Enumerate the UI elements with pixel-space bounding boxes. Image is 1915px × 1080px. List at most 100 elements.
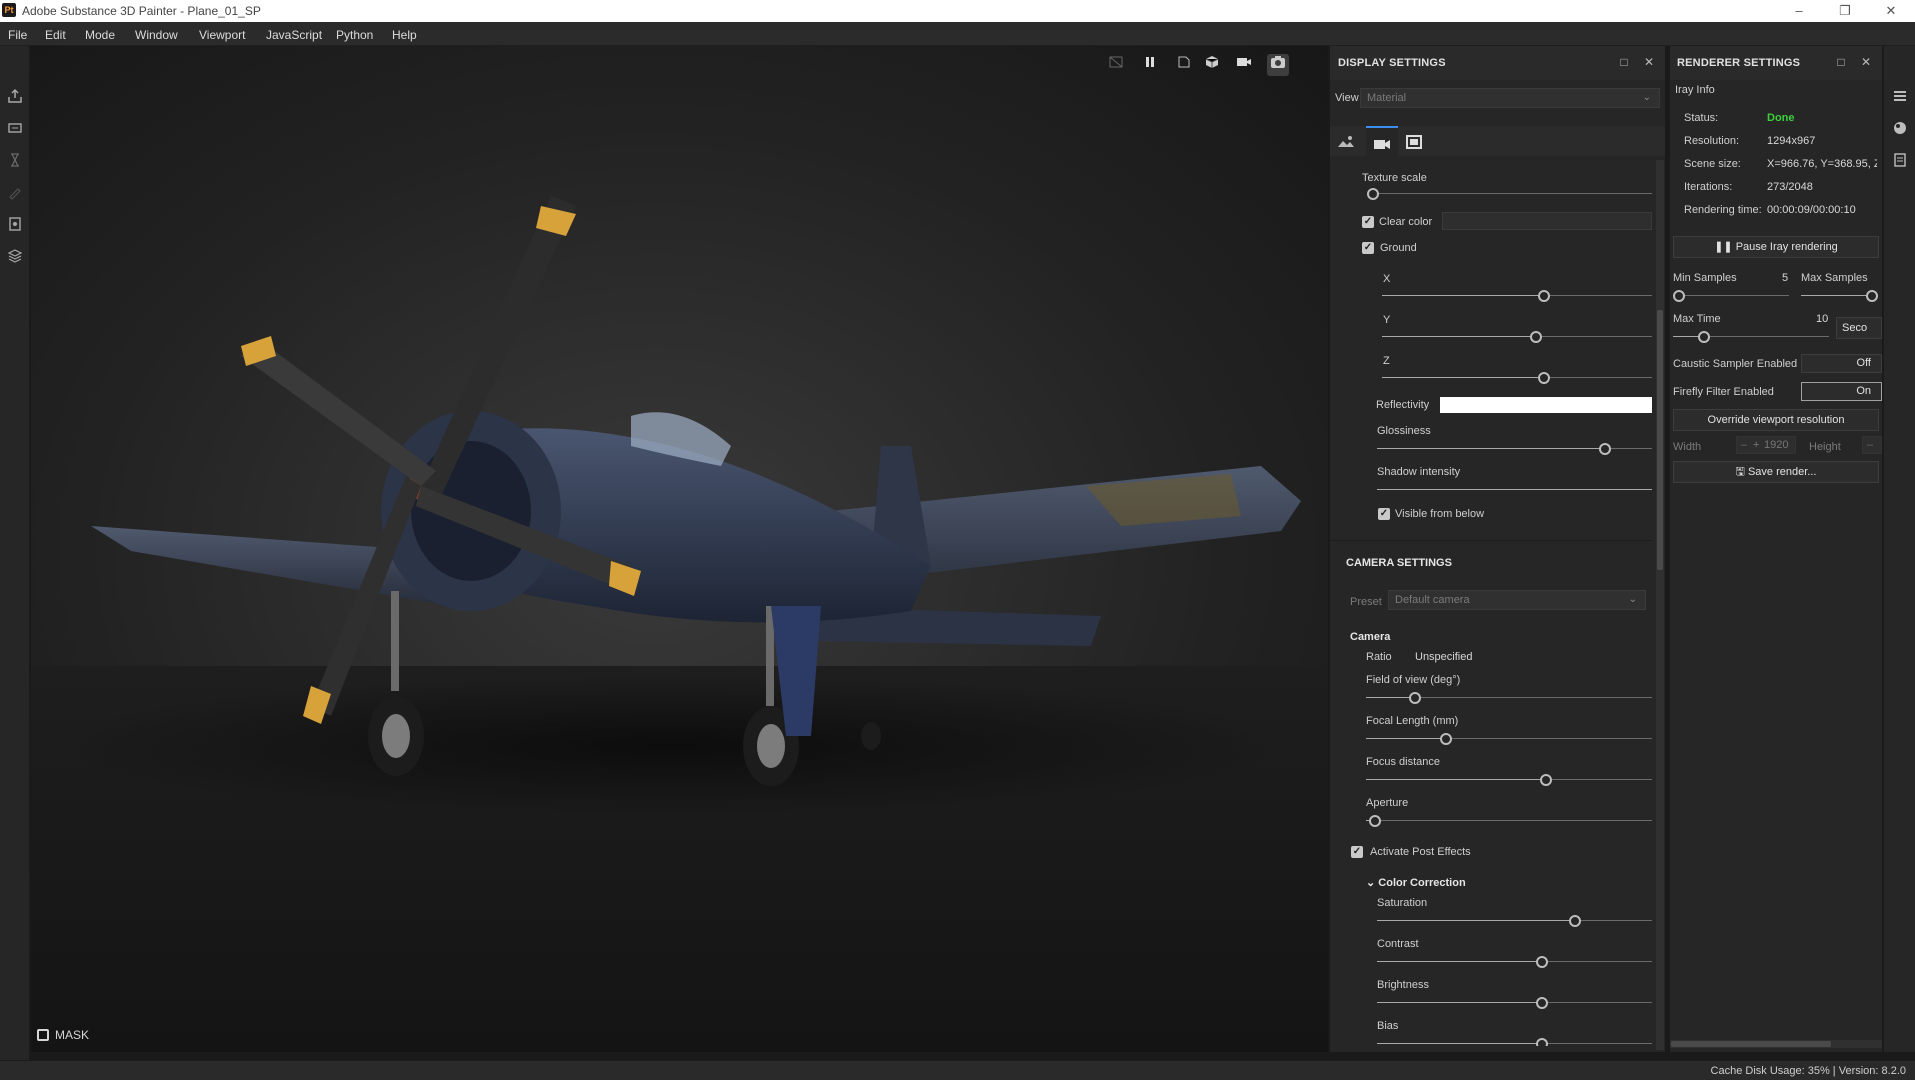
ground-checkbox[interactable]: ✓ <box>1362 242 1374 254</box>
export-icon[interactable] <box>7 88 23 104</box>
override-viewport-resolution-button[interactable]: Override viewport resolution <box>1673 409 1879 431</box>
max-time-unit-dropdown[interactable]: Seco <box>1836 317 1882 339</box>
slider-knob[interactable] <box>1536 956 1548 968</box>
width-field[interactable]: – + 1920 <box>1736 436 1796 454</box>
menu-python[interactable]: Python <box>336 28 373 42</box>
shadow-intensity-slider[interactable] <box>1377 484 1652 496</box>
frame-icon[interactable] <box>1173 54 1195 76</box>
focus-distance-slider[interactable] <box>1366 774 1652 786</box>
display-scrollbar-thumb[interactable] <box>1657 310 1663 570</box>
plus-icon[interactable]: + <box>1753 439 1759 451</box>
restore-button[interactable]: ❐ <box>1823 0 1867 22</box>
cube-view-icon[interactable] <box>1201 54 1223 76</box>
environment-icon[interactable] <box>1892 120 1908 136</box>
undock-icon[interactable]: □ <box>1617 55 1631 69</box>
minimize-button[interactable]: – <box>1777 0 1821 22</box>
minus-icon[interactable]: – <box>1867 439 1873 451</box>
resolution-value: 1294x967 <box>1767 135 1816 147</box>
color-correction-toggle[interactable]: ⌄ Color Correction <box>1366 876 1466 889</box>
slider-knob[interactable] <box>1538 372 1550 384</box>
bake-icon[interactable] <box>7 120 23 136</box>
slider-knob[interactable] <box>1569 915 1581 927</box>
ground-z-slider[interactable] <box>1382 372 1652 384</box>
renderer-hscrollbar-thumb[interactable] <box>1671 1041 1831 1047</box>
cube-stack-icon[interactable] <box>7 248 23 264</box>
slider-knob[interactable] <box>1536 997 1548 1009</box>
menu-window[interactable]: Window <box>135 28 178 42</box>
height-field[interactable]: – <box>1862 436 1882 454</box>
close-window-button[interactable]: ✕ <box>1869 0 1913 22</box>
focus-distance-label: Focus distance <box>1366 756 1440 768</box>
snapshot-icon[interactable] <box>1267 54 1289 76</box>
texture-scale-slider[interactable] <box>1366 188 1652 200</box>
mask-toggle[interactable]: MASK <box>37 1028 89 1042</box>
clear-color-checkbox[interactable]: ✓ <box>1362 216 1374 228</box>
clear-color-swatch[interactable] <box>1442 212 1652 230</box>
contrast-slider[interactable] <box>1377 956 1652 968</box>
max-time-value[interactable]: 10 <box>1816 313 1828 325</box>
menu-help[interactable]: Help <box>392 28 417 42</box>
max-samples-slider[interactable] <box>1801 290 1879 302</box>
mask-checkbox[interactable] <box>37 1029 49 1041</box>
tab-environment[interactable] <box>1334 130 1360 154</box>
layers-icon[interactable] <box>1892 88 1908 104</box>
slider-knob[interactable] <box>1408 692 1421 704</box>
slider-knob[interactable] <box>1536 1038 1548 1046</box>
ground-x-slider[interactable] <box>1382 290 1652 302</box>
slider-knob[interactable] <box>1529 331 1542 343</box>
document-icon[interactable] <box>7 216 23 232</box>
ratio-value[interactable]: Unspecified <box>1415 651 1472 663</box>
caustic-sampler-toggle[interactable]: Off <box>1801 354 1882 373</box>
brightness-slider[interactable] <box>1377 997 1652 1009</box>
close-icon[interactable]: ✕ <box>1642 55 1656 69</box>
fov-label: Field of view (deg°) <box>1366 674 1461 686</box>
slider-knob[interactable] <box>1540 774 1553 786</box>
slider-knob[interactable] <box>1368 815 1381 827</box>
min-samples-value[interactable]: 5 <box>1782 272 1788 284</box>
menu-javascript[interactable]: JavaScript <box>266 28 322 42</box>
slider-knob[interactable] <box>1672 290 1685 302</box>
tab-frame[interactable] <box>1402 130 1428 154</box>
display-scrollbar[interactable] <box>1656 160 1664 1050</box>
hourglass-icon[interactable] <box>7 152 23 168</box>
slider-knob[interactable] <box>1440 733 1453 745</box>
menu-edit[interactable]: Edit <box>45 28 66 42</box>
close-icon[interactable]: ✕ <box>1859 55 1873 69</box>
firefly-filter-toggle[interactable]: On <box>1801 382 1882 401</box>
reflectivity-swatch[interactable] <box>1440 397 1652 413</box>
pause-icon[interactable] <box>1139 54 1161 76</box>
renderer-hscrollbar[interactable] <box>1670 1040 1882 1048</box>
pause-iray-label: Pause Iray rendering <box>1735 241 1838 253</box>
max-time-slider[interactable] <box>1673 331 1829 343</box>
save-render-button[interactable]: 🖫 Save render... <box>1673 461 1879 483</box>
aperture-slider[interactable] <box>1366 815 1652 827</box>
menu-mode[interactable]: Mode <box>85 28 115 42</box>
fov-slider[interactable] <box>1366 692 1652 704</box>
saturation-slider[interactable] <box>1377 915 1652 927</box>
menu-viewport[interactable]: Viewport <box>199 28 245 42</box>
preset-dropdown[interactable]: Default camera ⌄ <box>1388 590 1646 610</box>
minus-icon[interactable]: – <box>1741 439 1747 451</box>
ground-y-slider[interactable] <box>1382 331 1652 343</box>
menu-file[interactable]: File <box>8 28 27 42</box>
glossiness-slider[interactable] <box>1377 443 1652 455</box>
tab-camera[interactable] <box>1366 126 1398 156</box>
undock-icon[interactable]: □ <box>1834 55 1848 69</box>
camera-icon[interactable] <box>1233 54 1255 76</box>
3d-viewport[interactable]: MASK <box>31 46 1328 1052</box>
brush-icon[interactable] <box>7 184 23 200</box>
screenshot-disabled-icon[interactable] <box>1105 54 1127 76</box>
slider-knob[interactable] <box>1538 290 1550 302</box>
properties-icon[interactable] <box>1892 152 1908 168</box>
slider-knob[interactable] <box>1599 443 1612 455</box>
bias-slider[interactable] <box>1377 1038 1652 1046</box>
slider-knob[interactable] <box>1866 290 1879 302</box>
focal-length-slider[interactable] <box>1366 733 1652 745</box>
slider-knob[interactable] <box>1366 188 1379 200</box>
pause-iray-button[interactable]: ❚❚ Pause Iray rendering <box>1673 236 1879 258</box>
slider-knob[interactable] <box>1698 331 1711 343</box>
view-mode-dropdown[interactable]: Material ⌄ <box>1360 88 1660 108</box>
visible-from-below-checkbox[interactable]: ✓ <box>1378 508 1390 520</box>
post-effects-checkbox[interactable]: ✓ <box>1351 846 1363 858</box>
min-samples-slider[interactable] <box>1672 290 1789 302</box>
